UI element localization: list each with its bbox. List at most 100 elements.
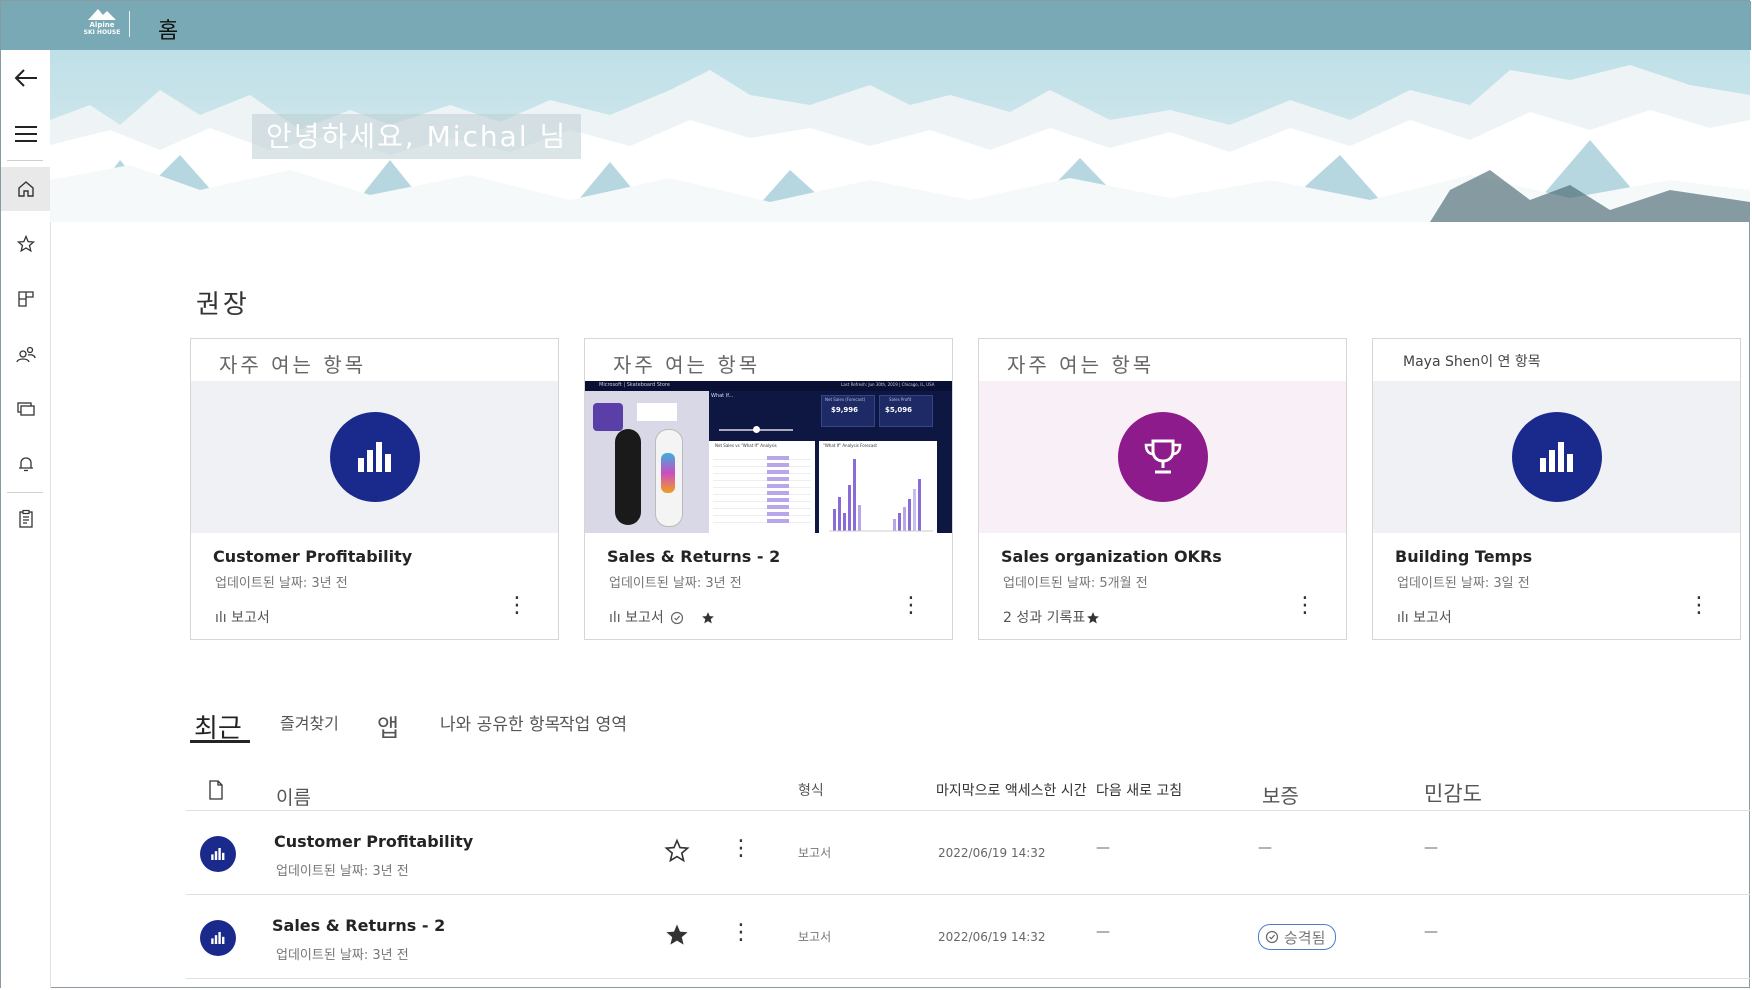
favorite-star-icon[interactable] — [1086, 611, 1100, 625]
card-title: Building Temps — [1395, 547, 1533, 566]
more-options-icon[interactable]: ⋮ — [1688, 595, 1710, 617]
tab-apps[interactable]: 앱 — [377, 708, 399, 743]
list-header: 이름 형식 마지막으로 액세스한 시간 다음 새로 고침 보증 민감도 — [186, 770, 1750, 811]
bell-icon — [18, 457, 33, 472]
recommended-card[interactable]: 자주 여는 항목 Sales organization OKRs 업데이트된 날… — [978, 338, 1347, 640]
header-name[interactable]: 이름 — [276, 783, 311, 810]
row-endorsement: — — [1258, 840, 1272, 856]
card-title: Sales organization OKRs — [1001, 547, 1222, 566]
header-sensitivity[interactable]: 민감도 — [1424, 778, 1482, 808]
row-next-refresh: — — [1096, 840, 1110, 856]
header-next-refresh[interactable]: 다음 새로 고침 — [1096, 780, 1183, 800]
tab-favorites[interactable]: 즐겨찾기 — [280, 710, 339, 734]
row-type: 보고서 — [798, 930, 832, 944]
logo-divider — [129, 11, 130, 37]
row-name[interactable]: Customer Profitability — [274, 832, 473, 851]
card-reason: 자주 여는 항목 — [613, 353, 761, 377]
card-title: Customer Profitability — [213, 547, 413, 566]
more-options-icon[interactable]: ⋮ — [730, 838, 752, 860]
card-type: ılı 보고서 — [1397, 610, 1452, 626]
card-thumbnail — [979, 381, 1346, 533]
row-last-accessed: 2022/06/19 14:32 — [938, 846, 1046, 860]
recommended-card[interactable]: 자주 여는 항목 Customer Profitability 업데이트된 날짜… — [190, 338, 559, 640]
thumb-whatif: What If... — [711, 393, 734, 399]
tab-workspaces[interactable]: 작업 영역 — [559, 710, 627, 735]
endorsement-label: 승격됨 — [1284, 928, 1326, 947]
kpi1-label: Net Sales (Forecast) — [825, 397, 866, 402]
scorecard-icon — [1117, 412, 1208, 502]
card-updated: 업데이트된 날짜: 3일 전 — [1397, 576, 1530, 591]
row-sensitivity: — — [1424, 924, 1438, 940]
file-type-icon — [209, 780, 223, 800]
kpi1-value: $9,996 — [831, 406, 859, 414]
card-type-label: ılı 보고서 — [609, 610, 664, 626]
report-icon — [329, 412, 420, 502]
endorsement-badge: 승격됨 — [1258, 924, 1337, 950]
thumb-bar-chart — [829, 459, 933, 532]
report-preview-thumbnail: Microsoft | Skateboard Store Last Refres… — [585, 381, 952, 533]
card-type: ılı 보고서 — [215, 610, 270, 626]
table-row[interactable]: Sales & Returns - 2 업데이트된 날짜: 3년 전 ⋮ 보고서… — [186, 894, 1750, 979]
header-last-accessed[interactable]: 마지막으로 액세스한 시간 — [936, 780, 1087, 800]
logo-line2: SKI HOUSE — [83, 29, 121, 36]
nav-shared[interactable] — [1, 332, 50, 376]
alpine-ski-house-logo[interactable]: Alpine SKI HOUSE — [79, 7, 125, 43]
row-type: 보고서 — [798, 846, 832, 860]
report-icon — [200, 920, 236, 956]
mountain-logo-icon — [88, 9, 116, 20]
menu-button[interactable] — [1, 112, 50, 156]
card-updated: 업데이트된 날짜: 3년 전 — [215, 576, 348, 591]
card-type-label: 2 성과 기록표 — [1003, 610, 1086, 626]
thumb-filter-card — [637, 395, 677, 435]
card-updated: 업데이트된 날짜: 3년 전 — [609, 576, 742, 591]
card-reason: Maya Shen이 연 항목 — [1403, 354, 1541, 370]
report-icon — [1511, 412, 1602, 502]
nav-notifications[interactable] — [1, 442, 50, 486]
more-options-icon[interactable]: ⋮ — [506, 595, 528, 617]
home-icon — [17, 181, 34, 197]
more-options-icon[interactable]: ⋮ — [900, 595, 922, 617]
favorite-star-icon[interactable] — [664, 838, 690, 864]
more-options-icon[interactable]: ⋮ — [730, 922, 752, 944]
workspaces-icon — [16, 402, 35, 416]
kpi2-label: Sales Profit — [889, 397, 912, 402]
nav-divider — [7, 160, 43, 161]
promoted-icon — [1265, 930, 1279, 944]
thumb-refresh: Last Refresh: Jun 30th, 2019 | Chicago, … — [841, 382, 935, 387]
active-tab-indicator — [190, 740, 250, 743]
header-type[interactable]: 형식 — [798, 780, 824, 800]
table-row[interactable]: Customer Profitability 업데이트된 날짜: 3년 전 ⋮ … — [186, 810, 1750, 895]
favorite-star-icon[interactable] — [701, 611, 715, 625]
nav-divider — [7, 492, 43, 493]
header-endorsement[interactable]: 보증 — [1262, 780, 1299, 809]
tab-shared[interactable]: 나와 공유한 항목 — [440, 710, 560, 735]
card-reason: 자주 여는 항목 — [1007, 353, 1155, 377]
back-button[interactable] — [1, 56, 50, 100]
row-name[interactable]: Sales & Returns - 2 — [272, 916, 445, 935]
left-nav — [1, 50, 51, 988]
more-options-icon[interactable]: ⋮ — [1294, 595, 1316, 617]
row-next-refresh: — — [1096, 924, 1110, 940]
recommended-card[interactable]: 자주 여는 항목 Microsoft | Skateboard Store La… — [584, 338, 953, 640]
clipboard-icon — [18, 509, 33, 528]
star-icon — [16, 235, 35, 253]
nav-workspaces[interactable] — [1, 387, 50, 431]
card-type: ılı 보고서 — [609, 607, 715, 627]
card-updated: 업데이트된 날짜: 5개월 전 — [1003, 576, 1148, 591]
nav-learn[interactable] — [1, 497, 50, 541]
row-last-accessed: 2022/06/19 14:32 — [938, 930, 1046, 944]
logo-line1: Alpine — [89, 21, 115, 29]
nav-home[interactable] — [1, 167, 50, 211]
nav-apps[interactable] — [1, 277, 50, 321]
card-type: 2 성과 기록표 — [1003, 607, 1100, 627]
row-sensitivity: — — [1424, 840, 1438, 856]
favorite-star-icon[interactable] — [664, 922, 690, 948]
hamburger-icon — [14, 126, 37, 142]
promoted-icon — [671, 611, 684, 625]
card-thumbnail — [191, 381, 558, 533]
card-reason: 자주 여는 항목 — [219, 353, 367, 377]
row-updated: 업데이트된 날짜: 3년 전 — [276, 948, 409, 963]
nav-favorites[interactable] — [1, 222, 50, 266]
recommended-card[interactable]: Maya Shen이 연 항목 Building Temps 업데이트된 날짜:… — [1372, 338, 1741, 640]
row-updated: 업데이트된 날짜: 3년 전 — [276, 864, 409, 879]
